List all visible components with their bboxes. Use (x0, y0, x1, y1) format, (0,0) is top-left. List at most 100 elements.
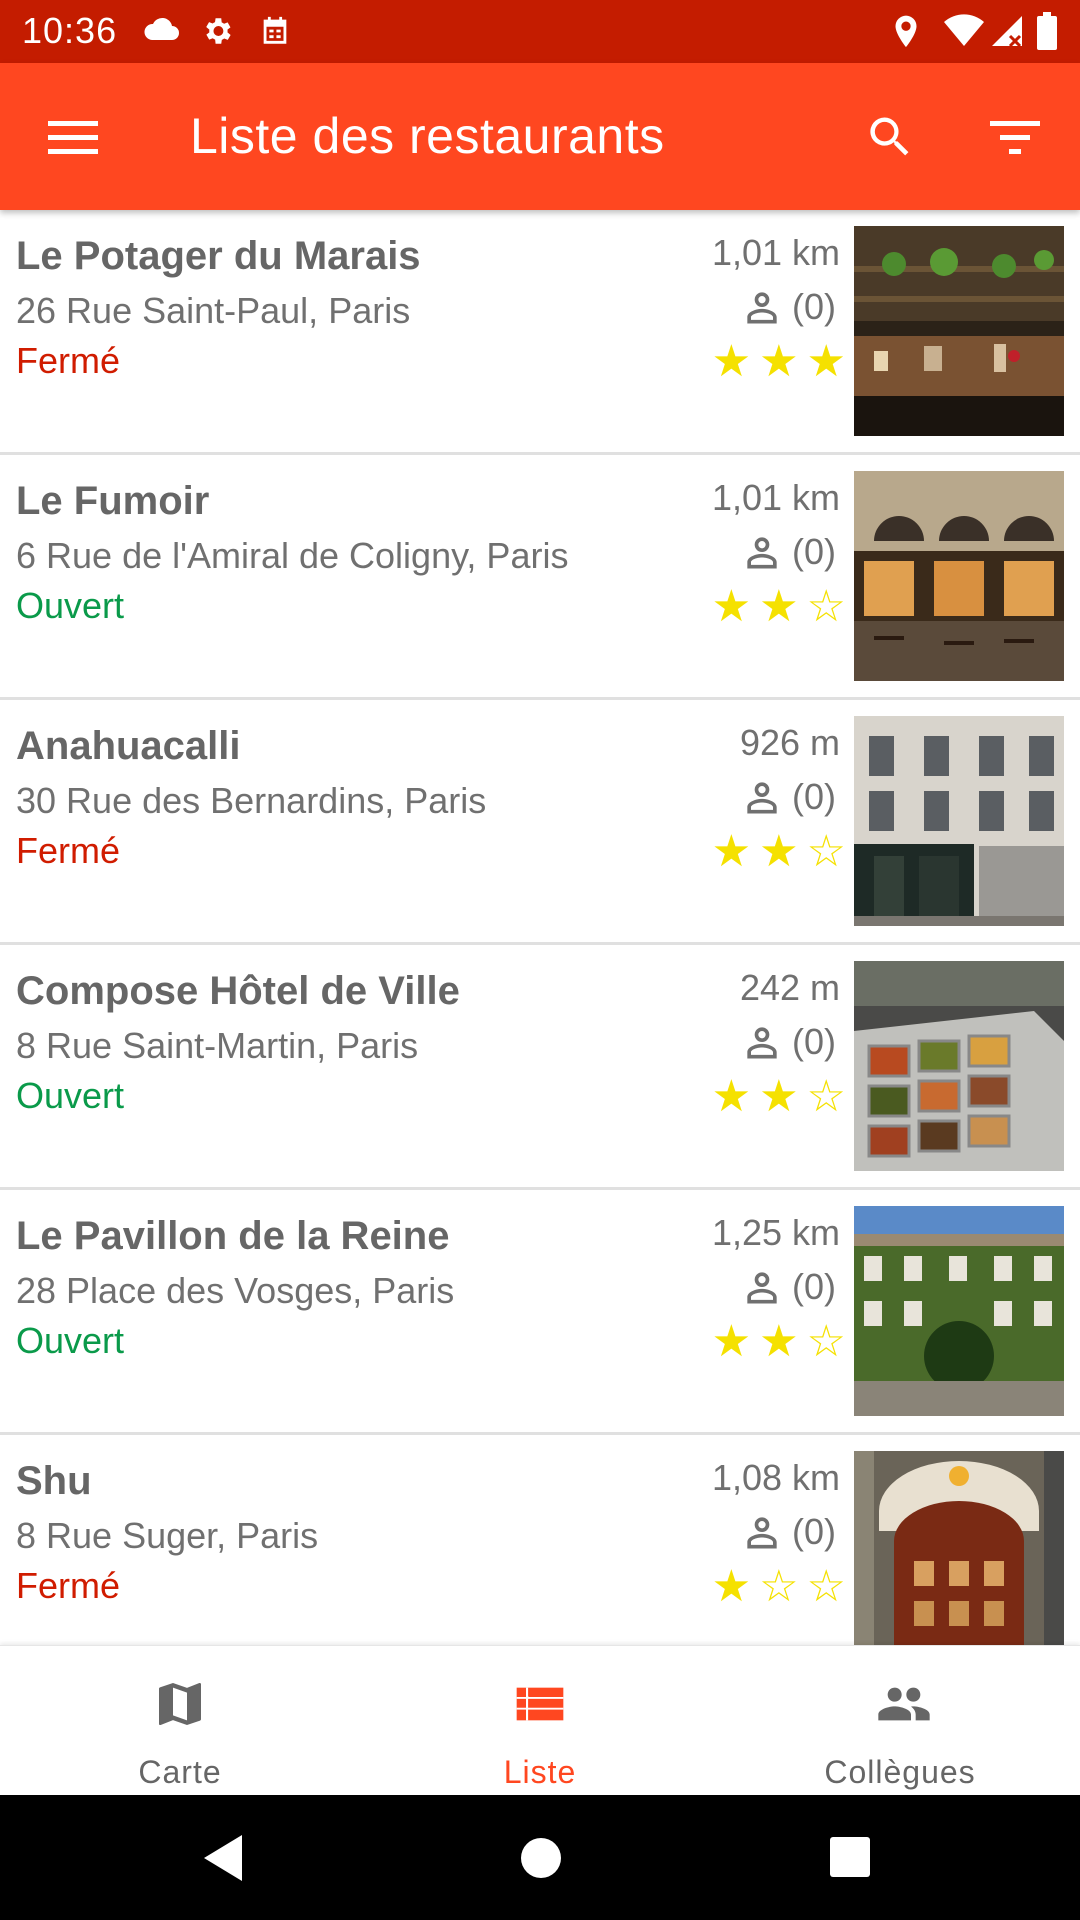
back-icon[interactable] (204, 1835, 244, 1881)
review-count: (0) (740, 1507, 836, 1557)
system-navigation-bar (0, 1795, 1080, 1920)
star-icon: ★ (759, 582, 799, 631)
restaurant-status: Fermé (16, 340, 121, 381)
restaurant-address: 26 Rue Saint-Paul, Paris (16, 290, 411, 331)
rating-stars: ★ ★ ☆ (712, 1318, 846, 1366)
review-count-text: (0) (792, 286, 836, 327)
review-count: (0) (740, 282, 836, 332)
restaurant-address: 6 Rue de l'Amiral de Coligny, Paris (16, 535, 569, 576)
bottom-navigation: Carte Liste Collègues (0, 1645, 1080, 1795)
review-count-text: (0) (792, 776, 836, 817)
star-icon: ★ (759, 827, 799, 876)
star-icon: ★ (711, 337, 752, 386)
star-icon: ★ (711, 827, 752, 876)
person-icon (747, 782, 777, 814)
restaurant-list[interactable]: Le Potager du Marais 26 Rue Saint-Paul, … (0, 210, 1080, 1645)
restaurant-photo (854, 471, 1064, 681)
restaurant-status: Ouvert (16, 1075, 125, 1116)
restaurant-name: Shu (16, 1459, 92, 1503)
star-icon: ☆ (806, 1072, 846, 1121)
rating-stars: ★ ☆ ☆ (712, 1563, 846, 1611)
star-icon: ☆ (806, 827, 846, 876)
restaurant-status: Ouvert (16, 585, 125, 626)
person-icon (747, 1027, 777, 1059)
home-icon[interactable] (520, 1837, 562, 1879)
restaurant-row[interactable]: Anahuacalli 30 Rue des Bernardins, Paris… (0, 700, 1080, 945)
list-icon (516, 1687, 564, 1721)
restaurant-row[interactable]: Le Potager du Marais 26 Rue Saint-Paul, … (0, 210, 1080, 455)
restaurant-status: Fermé (16, 830, 121, 871)
restaurant-distance: 926 m (739, 722, 840, 763)
star-icon: ★ (759, 1317, 799, 1366)
restaurant-distance: 1,01 km (711, 232, 840, 273)
filter-icon[interactable] (990, 117, 1040, 157)
star-icon: ★ (806, 337, 846, 386)
restaurant-name: Anahuacalli (16, 724, 241, 768)
restaurant-name: Le Potager du Marais (16, 234, 421, 278)
nav-carte[interactable]: Carte (0, 1646, 360, 1796)
restaurant-photo (854, 226, 1064, 436)
nav-label: Liste (503, 1754, 577, 1790)
review-count: (0) (740, 1262, 836, 1312)
app-bar: Liste des restaurants (0, 63, 1080, 210)
restaurant-address: 8 Rue Suger, Paris (16, 1515, 319, 1556)
gear-icon (206, 18, 231, 44)
page-title: Liste des restaurants (190, 108, 665, 164)
restaurant-distance: 242 m (739, 967, 840, 1008)
restaurant-address: 8 Rue Saint-Martin, Paris (16, 1025, 419, 1066)
restaurant-row[interactable]: Compose Hôtel de Ville 8 Rue Saint-Marti… (0, 945, 1080, 1190)
restaurant-address: 28 Place des Vosges, Paris (16, 1270, 455, 1311)
star-icon: ★ (711, 1562, 752, 1611)
review-count-text: (0) (792, 531, 836, 572)
restaurant-name: Compose Hôtel de Ville (16, 969, 460, 1013)
status-bar: 10:36 (0, 0, 1080, 63)
restaurant-distance: 1,25 km (711, 1212, 840, 1253)
person-icon (747, 537, 777, 569)
star-icon: ☆ (806, 1562, 846, 1611)
restaurant-photo (854, 1206, 1064, 1416)
review-count: (0) (740, 527, 836, 577)
restaurant-photo (854, 961, 1064, 1171)
restaurant-distance: 1,01 km (711, 477, 840, 518)
star-icon: ☆ (806, 1317, 846, 1366)
person-icon (747, 1517, 777, 1549)
star-icon: ☆ (759, 1562, 799, 1611)
search-icon[interactable] (864, 111, 916, 163)
rating-stars: ★ ★ ☆ (712, 1073, 846, 1121)
review-count-text: (0) (792, 1266, 836, 1307)
nav-label: Carte (138, 1754, 222, 1790)
restaurant-row[interactable]: Shu 8 Rue Suger, Paris Fermé 1,08 km (0)… (0, 1435, 1080, 1645)
signal-icon (992, 16, 1022, 48)
restaurant-photo (854, 716, 1064, 926)
person-icon (747, 1272, 777, 1304)
restaurant-name: Le Fumoir (16, 479, 210, 523)
review-count: (0) (740, 772, 836, 822)
people-icon (878, 1687, 930, 1721)
restaurant-name: Le Pavillon de la Reine (16, 1214, 450, 1258)
cloud-icon (144, 17, 179, 40)
restaurant-row[interactable]: Le Fumoir 6 Rue de l'Amiral de Coligny, … (0, 455, 1080, 700)
nav-label: Collègues (824, 1754, 976, 1790)
recents-icon[interactable] (830, 1837, 870, 1877)
map-icon (159, 1683, 201, 1725)
star-icon: ★ (711, 582, 752, 631)
wifi-icon (944, 14, 984, 46)
nav-liste[interactable]: Liste (360, 1646, 720, 1796)
restaurant-status: Ouvert (16, 1320, 125, 1361)
person-icon (747, 292, 777, 324)
nav-collegues[interactable]: Collègues (720, 1646, 1080, 1796)
star-icon: ★ (711, 1072, 752, 1121)
star-icon: ☆ (806, 582, 846, 631)
rating-stars: ★ ★ ☆ (712, 828, 846, 876)
calendar-icon (263, 16, 287, 44)
restaurant-row[interactable]: Le Pavillon de la Reine 28 Place des Vos… (0, 1190, 1080, 1435)
menu-icon[interactable] (48, 117, 98, 157)
restaurant-photo (854, 1451, 1064, 1645)
review-count-text: (0) (792, 1511, 836, 1552)
location-icon (895, 15, 917, 48)
rating-stars: ★ ★ ☆ (712, 583, 846, 631)
review-count: (0) (740, 1017, 836, 1067)
star-icon: ★ (759, 1072, 799, 1121)
restaurant-address: 30 Rue des Bernardins, Paris (16, 780, 487, 821)
star-icon: ★ (759, 337, 799, 386)
